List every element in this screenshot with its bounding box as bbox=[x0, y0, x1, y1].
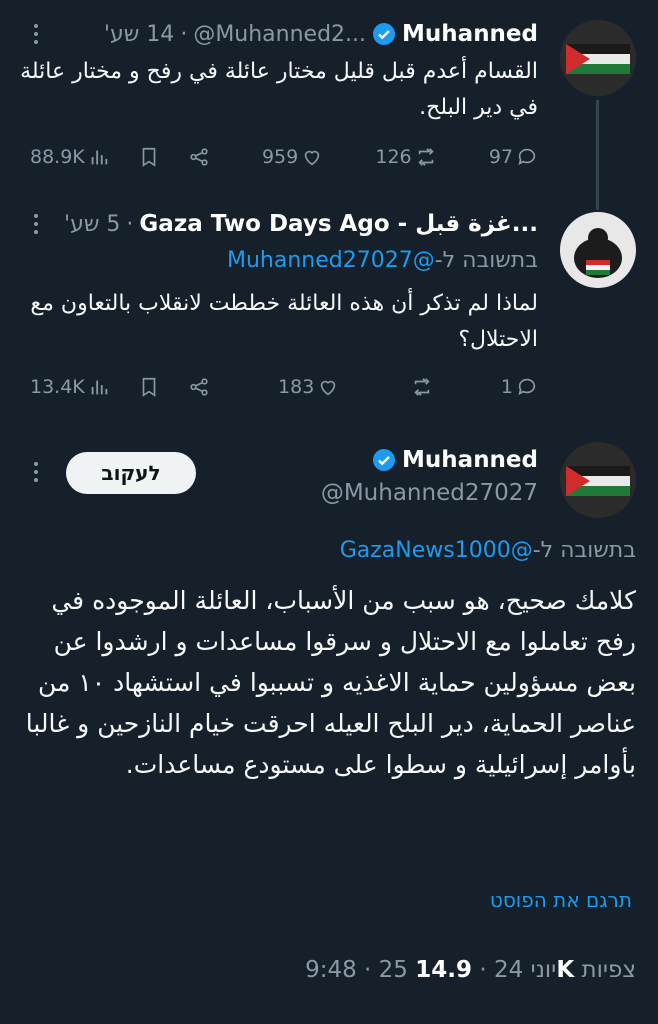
repost-count: 126 bbox=[375, 146, 412, 168]
like-icon bbox=[321, 380, 336, 396]
replying-to: בתשובה ל-@GazaNews1000 bbox=[340, 538, 636, 563]
tweet-header: Gaza Two Days Ago - غزة قبل... · 5 שע' bbox=[64, 208, 538, 240]
like-count: 959 bbox=[261, 146, 299, 168]
repost-button[interactable]: 126 bbox=[375, 146, 436, 168]
reply-count: 97 bbox=[488, 146, 513, 168]
reply-icon bbox=[518, 378, 536, 395]
separator-dot: · bbox=[126, 211, 134, 237]
action-bar: 97 126 959 88.9K bbox=[30, 142, 538, 172]
like-button[interactable]: 183 bbox=[278, 376, 339, 398]
secondary-actions: 13.4K bbox=[30, 376, 210, 398]
reply-count: 1 bbox=[500, 376, 513, 398]
replying-to: בתשובה ל-@Muhanned27027 bbox=[227, 248, 538, 273]
verified-badge-icon bbox=[373, 449, 396, 471]
views-button[interactable]: 13.4K bbox=[30, 376, 110, 398]
views-count: 88.9K bbox=[30, 146, 85, 168]
repost-button[interactable] bbox=[408, 376, 433, 398]
avatar[interactable] bbox=[560, 212, 636, 288]
reply-icon bbox=[518, 148, 536, 165]
tweet-1[interactable]: Muhanned @Muhanned2... · 14 שע' القسام أ… bbox=[0, 0, 658, 210]
like-icon bbox=[304, 150, 320, 166]
thread-page: Muhanned @Muhanned2... · 14 שע' القسام أ… bbox=[0, 0, 658, 1024]
display-name[interactable]: Muhanned bbox=[402, 447, 538, 473]
like-button[interactable]: 959 bbox=[262, 146, 323, 168]
timestamp[interactable]: 14 שע' bbox=[104, 22, 174, 47]
palestine-flag-avatar bbox=[560, 442, 636, 518]
tweet-header: Muhanned @Muhanned2... · 14 שע' bbox=[104, 18, 538, 50]
mention-link[interactable]: @Muhanned27027 bbox=[227, 248, 435, 273]
bookmark-button[interactable] bbox=[138, 376, 160, 398]
mention-link[interactable]: @GazaNews1000 bbox=[340, 538, 533, 563]
share-icon bbox=[190, 378, 208, 396]
display-name[interactable]: Muhanned bbox=[402, 21, 538, 47]
palestine-flag-avatar bbox=[560, 20, 636, 96]
handle[interactable]: @Muhanned27027 bbox=[321, 480, 538, 506]
timestamp[interactable]: 5 שע' bbox=[64, 212, 120, 237]
tweet-header: Muhanned bbox=[372, 444, 538, 476]
views-count: 13.4K bbox=[30, 376, 85, 398]
secondary-actions: 88.9K bbox=[30, 146, 210, 168]
more-icon[interactable] bbox=[26, 20, 46, 48]
gaza-avatar bbox=[560, 212, 636, 288]
like-count: 183 bbox=[278, 376, 315, 398]
views-icon bbox=[91, 380, 108, 395]
tweet-text: لماذا لم تذكر أن هذه العائلة خططت لانقلا… bbox=[30, 291, 538, 352]
reply-button[interactable]: 97 bbox=[489, 146, 538, 168]
avatar[interactable] bbox=[560, 20, 636, 96]
views-label: צפיות bbox=[581, 957, 636, 983]
tweet-text: كلامك صحيح، هو سبب من الأسباب، العائلة ا… bbox=[25, 586, 636, 779]
repost-icon bbox=[418, 148, 434, 166]
action-bar: 1 183 13.4K bbox=[30, 372, 538, 402]
display-name[interactable]: Gaza Two Days Ago - غزة قبل... bbox=[139, 211, 538, 237]
handle[interactable]: @Muhanned2... bbox=[193, 22, 366, 47]
verified-badge-icon bbox=[373, 23, 396, 45]
views-button[interactable]: 88.9K bbox=[30, 146, 110, 168]
views-icon bbox=[91, 150, 108, 165]
share-button[interactable] bbox=[188, 376, 210, 398]
reply-button[interactable]: 1 bbox=[501, 376, 538, 398]
replying-prefix: בתשובה ל- bbox=[434, 248, 538, 273]
bookmark-icon bbox=[142, 377, 156, 397]
bookmark-button[interactable] bbox=[138, 146, 160, 168]
avatar[interactable] bbox=[560, 442, 636, 518]
tweet-2[interactable]: Gaza Two Days Ago - غزة قبل... · 5 שע' ב… bbox=[0, 190, 658, 430]
repost-icon bbox=[414, 378, 430, 396]
translate-post-link[interactable]: תרגם את הפוסט bbox=[490, 888, 632, 912]
more-icon[interactable] bbox=[26, 458, 46, 486]
post-timestamp-views: 9:48 · 25 יוני 24 · 14.9K צפיות bbox=[305, 957, 636, 983]
share-button[interactable] bbox=[188, 146, 210, 168]
more-icon[interactable] bbox=[26, 210, 46, 238]
tweet-text: القسام أعدم قبل قليل مختار عائلة في رفح … bbox=[20, 59, 538, 120]
bookmark-icon bbox=[142, 147, 156, 167]
separator-dot: · bbox=[180, 21, 188, 47]
replying-prefix: בתשובה ל- bbox=[532, 538, 636, 563]
share-icon bbox=[190, 148, 208, 166]
follow-button[interactable]: לעקוב bbox=[66, 452, 196, 494]
